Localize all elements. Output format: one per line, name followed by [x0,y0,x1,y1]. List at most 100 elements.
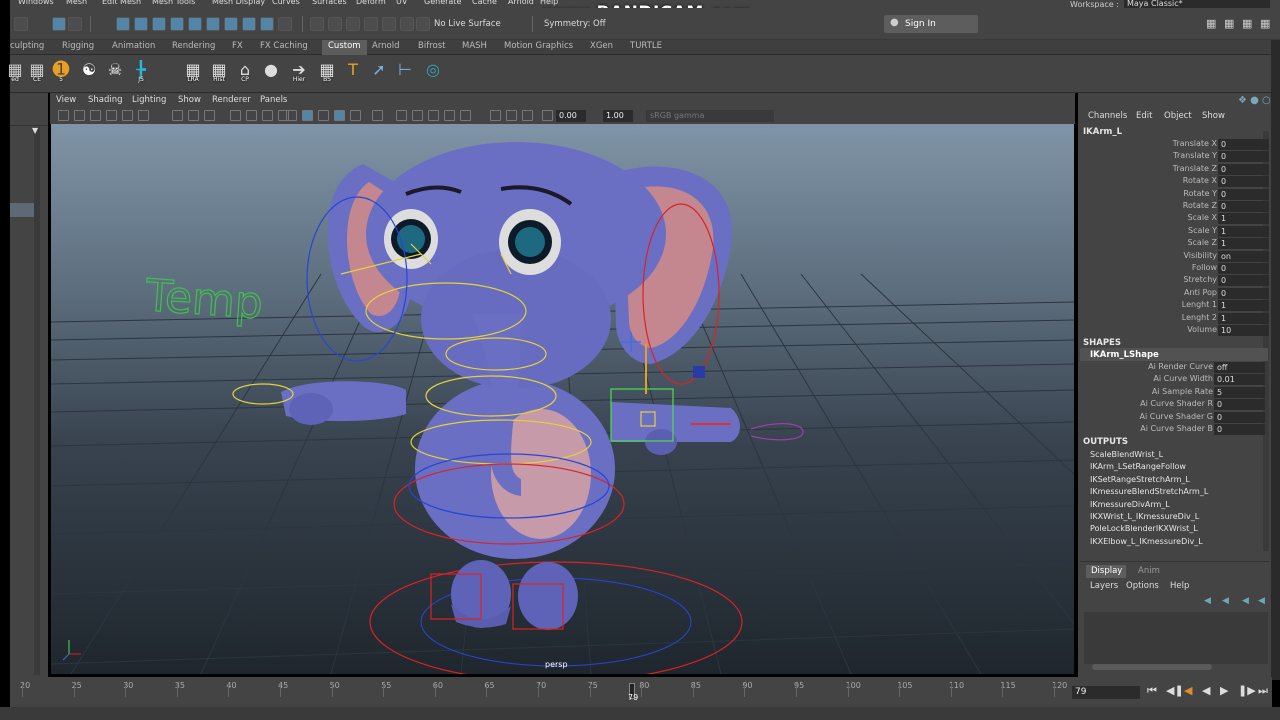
attribute-value-field[interactable]: 0 [1218,151,1269,163]
layer-move-up-icon[interactable]: ◀ [1204,596,1211,606]
menu-curves[interactable]: Curves [272,0,300,6]
attribute-value-field[interactable]: 0 [1218,201,1269,212]
select-handles-icon[interactable] [116,17,130,31]
menu-surfaces[interactable]: Surfaces [312,0,347,6]
go-to-end-icon[interactable]: ⏭ [1258,684,1268,698]
channel-attribute-row[interactable]: Rotate X0 [1080,176,1269,188]
output-node-item[interactable]: IKXElbow_L_IKmessureDiv_L [1090,537,1203,546]
attribute-value-field[interactable]: off [1214,362,1265,373]
shape-attribute-row[interactable]: Ai Curve Shader B0 [1076,424,1265,436]
layer-tab-anim[interactable]: Anim [1138,566,1160,576]
new-layer-icon[interactable]: ◀ [1242,596,1249,606]
perspective-viewport[interactable]: Temp persp [51,124,1074,674]
menu-edit-mesh[interactable]: Edit Mesh [102,0,141,6]
make-live-icon[interactable] [400,17,414,31]
shelf-tab-mash[interactable]: MASH [462,41,487,51]
shelf-tab-rendering[interactable]: Rendering [172,41,215,51]
play-backwards-icon[interactable]: ◀ [1202,684,1210,697]
select-by-hierarchy-icon[interactable] [52,17,66,31]
menu-cache[interactable]: Cache [472,0,497,6]
viewport-menu-renderer[interactable]: Renderer [212,95,251,105]
channel-attribute-row[interactable]: Stretchy 0 [1080,275,1269,287]
new-layer-selected-icon[interactable]: ◀ [1258,596,1265,606]
output-node-item[interactable]: IKmessureBlendStretchArm_L [1090,487,1208,496]
select-deformations-icon[interactable] [188,17,202,31]
channel-box-menu-channels[interactable]: Channels [1088,111,1127,121]
menu-mesh-tools[interactable]: Mesh Tools [152,0,195,6]
attribute-value-field[interactable]: 0 [1218,163,1269,175]
shelf-tab-bifrost[interactable]: Bifrost [418,41,445,51]
snap-view-plane-icon[interactable] [382,17,396,31]
shelf-tab-culpting[interactable]: culpting [10,41,44,51]
attribute-value-field[interactable]: 0 [1214,411,1265,423]
resolution-gate-icon[interactable] [204,110,215,121]
attribute-value-field[interactable]: 0 [1214,399,1265,411]
select-joints-icon[interactable] [134,17,148,31]
xray-active-icon[interactable] [522,110,533,121]
shelf-button-text-t[interactable]: T [342,58,364,80]
shelf-button-5[interactable]: ➊5 [50,57,72,83]
gate-mask-icon[interactable] [230,110,241,121]
attribute-value-field[interactable]: 0 [1218,188,1269,200]
range-slider[interactable] [0,707,1280,720]
depth-of-field-icon[interactable] [444,110,455,121]
shape-attribute-row[interactable]: Ai Curve Shader R0 [1076,399,1265,411]
toggle-outliner-icon[interactable]: ▦ [1260,17,1274,31]
viewport-menu-show[interactable]: Show [178,95,201,105]
channel-box-menu-object[interactable]: Object [1164,111,1192,121]
channel-attribute-row[interactable]: Translate Y0 [1080,151,1269,163]
shelf-tab-animation[interactable]: Animation [112,41,155,51]
shelf-button-hist[interactable]: ▦ Hist [208,58,230,84]
shelf-button-t-pose[interactable]: ☯ [78,58,100,80]
viewport-menu-panels[interactable]: Panels [260,95,287,105]
toggle-channel-box-icon[interactable]: ▦ [1242,17,1256,31]
shelf-tab-rigging[interactable]: Rigging [62,41,94,51]
attribute-value-field[interactable]: 1 [1218,213,1269,225]
layer-scrollbar[interactable] [1092,664,1212,670]
textured-icon[interactable] [334,110,345,121]
select-rendering-icon[interactable] [224,17,238,31]
select-misc-icon[interactable] [242,17,256,31]
attribute-value-field[interactable]: 1 [1218,300,1269,312]
attribute-value-field[interactable]: 1 [1218,238,1269,250]
shadows-icon[interactable] [372,110,383,121]
select-dynamics-icon[interactable] [206,17,220,31]
attribute-value-field[interactable]: 0 [1218,287,1269,299]
shape-attribute-row[interactable]: Ai Curve Width 0.01 [1076,374,1265,386]
field-chart-icon[interactable] [246,110,257,121]
channel-attribute-row[interactable]: Visibility on [1080,250,1269,263]
channel-attribute-row[interactable]: Follow 0 [1080,263,1269,275]
pole-vector-control[interactable] [693,366,705,378]
shelf-button-ce[interactable]: ▦ CE [26,58,48,84]
layer-menu-layers[interactable]: Layers [1090,581,1118,591]
channel-box-menu-show[interactable]: Show [1202,111,1225,121]
attribute-value-field[interactable]: 0 [1218,275,1269,287]
shelf-button-bs[interactable]: ▦ BS [316,58,338,84]
channel-attribute-row[interactable]: Scale Y1 [1080,225,1269,238]
image-plane-icon[interactable] [106,110,117,121]
shape-attribute-row[interactable]: Ai Sample Rate 5 [1076,386,1265,399]
layer-list[interactable] [1084,612,1268,664]
wireframe-icon[interactable] [286,110,297,121]
shelf-tab-arnold[interactable]: Arnold [372,41,400,51]
menu-deform[interactable]: Deform [356,0,386,6]
shelf-button-person[interactable]: ● [260,58,282,80]
far-clip-field[interactable]: 1.00 [603,110,633,122]
shelf-tab-xgen[interactable]: XGen [590,41,613,51]
channel-attribute-row[interactable]: Scale X1 [1080,213,1269,225]
live-surface-icon[interactable] [416,17,430,31]
viewport-menu-lighting[interactable]: Lighting [132,95,166,105]
menu-mesh-display[interactable]: Mesh Display [212,0,265,6]
lock-selection-icon[interactable] [260,17,274,31]
channel-attribute-row[interactable]: Lenght 21 [1080,312,1269,325]
menu-arnold[interactable]: Arnold [508,0,534,6]
layer-move-down-icon[interactable]: ◀ [1222,596,1229,606]
shape-attribute-row[interactable]: Ai Curve Shader G0 [1076,411,1265,424]
channel-attribute-row[interactable]: Lenght 11 [1080,300,1269,312]
attribute-value-field[interactable]: 10 [1218,325,1269,336]
play-forwards-icon[interactable]: ▶ [1220,684,1228,697]
shelf-tab-custom[interactable]: Custom [322,40,367,55]
shelf-button-hier[interactable]: ➔ Hier [288,58,310,84]
bookmark-icon[interactable] [90,110,101,121]
channel-attribute-row[interactable]: Rotate Z0 [1080,201,1269,213]
